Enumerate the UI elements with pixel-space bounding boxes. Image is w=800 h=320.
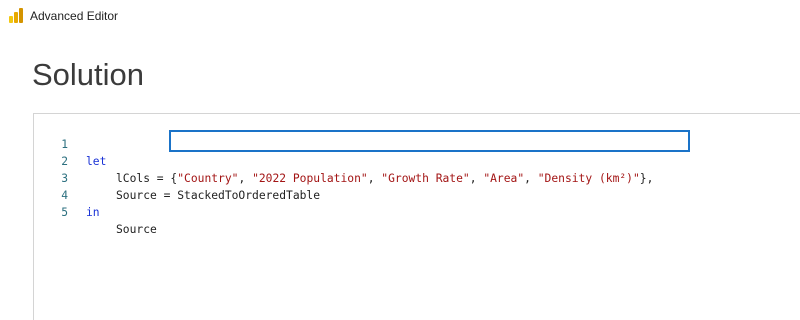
keyword-in: in [86, 206, 100, 219]
code-line: 5 Source [34, 187, 794, 236]
advanced-editor-window: Advanced Editor Solution 1 let 2 lCols =… [0, 0, 800, 320]
code-line: 1 let [34, 119, 794, 168]
title-bar: Advanced Editor [0, 0, 800, 32]
page-heading: Solution [32, 57, 145, 92]
power-bi-icon [9, 8, 23, 23]
code-line: 2 lCols = {"Country", "2022 Population",… [34, 136, 794, 185]
line-text: Source [116, 223, 157, 236]
code-line: 4 in [34, 170, 794, 219]
window-title: Advanced Editor [30, 9, 119, 23]
code-editor[interactable]: 1 let 2 lCols = {"Country", "2022 Popula… [33, 113, 800, 320]
line-text: in [86, 204, 100, 221]
code-line: 3 Source = StackedToOrderedTable [34, 153, 794, 202]
line-number: 5 [61, 206, 68, 219]
